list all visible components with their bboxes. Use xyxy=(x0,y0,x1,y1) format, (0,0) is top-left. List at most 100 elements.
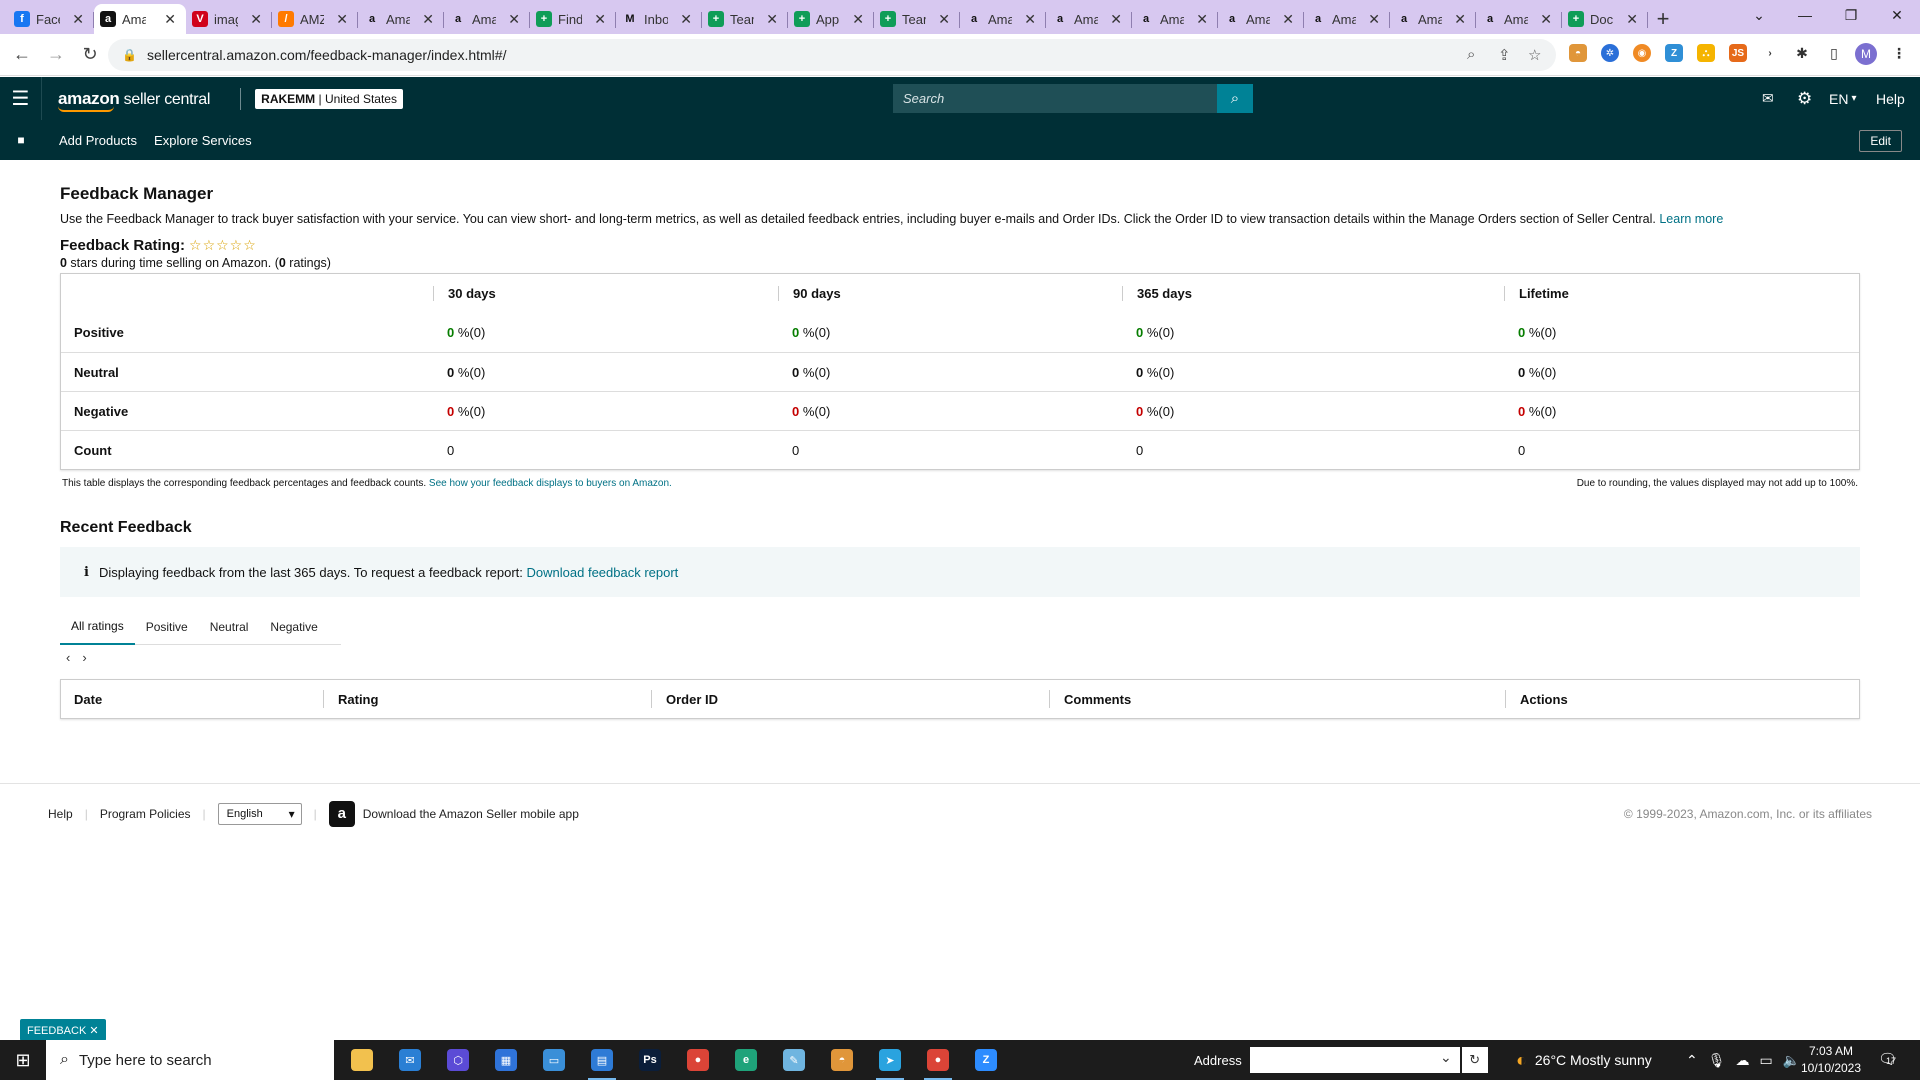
tab-close-icon[interactable]: ✕ xyxy=(1368,11,1380,28)
browser-tab[interactable]: a Amazon ✕ xyxy=(1304,4,1390,34)
browser-tab[interactable]: + Doc ✕ xyxy=(1562,4,1648,34)
address-input[interactable] xyxy=(1249,1047,1460,1073)
taskbar-app[interactable]: ➤ xyxy=(866,1040,914,1080)
browser-tab[interactable]: a Amazon ✕ xyxy=(1218,4,1304,34)
browser-tab[interactable]: Vimages ✕ xyxy=(186,4,272,34)
weather-widget[interactable]: ◐ 26°C Mostly sunny xyxy=(1516,1040,1652,1080)
amazon-app-icon[interactable]: a xyxy=(328,800,355,827)
browser-tab[interactable]: a Amazon ✕ xyxy=(960,4,1046,34)
forward-arrow-icon[interactable]: → xyxy=(40,39,72,71)
feedback-badge-button[interactable]: FEEDBACK ✕ xyxy=(20,1019,106,1041)
browser-menu-icon[interactable]: ⋮ xyxy=(1890,44,1908,62)
taskbar-app[interactable]: ● xyxy=(674,1040,722,1080)
chevron-up-icon[interactable]: ⌃ xyxy=(1686,1052,1698,1069)
help-link[interactable]: Help xyxy=(1876,77,1905,120)
tab-search-chevron-icon[interactable]: ⌄ xyxy=(1736,0,1782,30)
tab-close-icon[interactable]: ✕ xyxy=(680,11,692,28)
extension-basket-icon[interactable]: ◓ xyxy=(1569,44,1587,62)
search-icon[interactable]: ⌕ xyxy=(1217,84,1253,113)
onedrive-icon[interactable]: ☁ xyxy=(1736,1052,1750,1069)
tab-close-icon[interactable]: ✕ xyxy=(336,11,348,28)
reload-icon[interactable]: ↻ xyxy=(74,39,106,71)
browser-tab[interactable]: + Team ✕ xyxy=(874,4,960,34)
new-tab-button[interactable]: + xyxy=(1648,4,1678,34)
search-input[interactable]: Search xyxy=(893,91,944,106)
back-arrow-icon[interactable]: ← xyxy=(6,39,38,71)
taskbar-app[interactable]: ⬡ xyxy=(434,1040,482,1080)
language-selector[interactable]: EN ▾ xyxy=(1829,77,1856,120)
tab-close-icon[interactable]: ✕ xyxy=(164,11,176,28)
browser-tab[interactable]: a Amazon ✕ xyxy=(444,4,530,34)
tab-neutral[interactable]: Neutral xyxy=(199,609,260,645)
url-text[interactable]: sellercentral.amazon.com/feedback-manage… xyxy=(147,47,507,63)
tab-close-icon[interactable]: ✕ xyxy=(72,11,84,28)
gear-icon[interactable]: ⚙ xyxy=(1797,77,1812,120)
notification-icon[interactable]: 🗨 17 xyxy=(1878,1050,1897,1068)
volume-icon[interactable]: 🔈 xyxy=(1783,1052,1800,1069)
nav-explore-services[interactable]: Explore Services xyxy=(154,133,252,148)
mail-icon[interactable]: ✉ xyxy=(1762,77,1774,120)
nav-add-products[interactable]: Add Products xyxy=(59,133,137,148)
footer-help-link[interactable]: Help xyxy=(48,807,73,821)
taskbar-app[interactable]: ▤ xyxy=(578,1040,626,1080)
program-policies-link[interactable]: Program Policies xyxy=(100,807,191,821)
browser-tab[interactable]: f Facebook ✕ xyxy=(8,4,94,34)
extension-circle-icon[interactable]: ◉ xyxy=(1633,44,1651,62)
tab-negative[interactable]: Negative xyxy=(259,609,328,645)
bookmark-icon[interactable]: ■ xyxy=(0,133,42,147)
column-header-actions[interactable]: Actions xyxy=(1505,690,1859,708)
taskbar-app[interactable]: ✎ xyxy=(770,1040,818,1080)
browser-tab[interactable]: + App ✕ xyxy=(788,4,874,34)
taskbar-app[interactable]: ● xyxy=(914,1040,962,1080)
tab-close-icon[interactable]: ✕ xyxy=(422,11,434,28)
browser-tab[interactable]: + Find ✕ xyxy=(530,4,616,34)
browser-tab[interactable]: a Amazon ✕ xyxy=(1476,4,1562,34)
chevron-right-icon[interactable]: › xyxy=(82,650,86,665)
tab-close-icon[interactable]: ✕ xyxy=(508,11,520,28)
column-header-date[interactable]: Date xyxy=(61,690,323,708)
tab-positive[interactable]: Positive xyxy=(135,609,199,645)
taskbar-app[interactable]: ✉ xyxy=(386,1040,434,1080)
language-select[interactable]: English xyxy=(217,802,302,825)
chevron-left-icon[interactable]: ‹ xyxy=(66,650,70,665)
bookmark-star-icon[interactable]: ☆ xyxy=(1528,46,1541,64)
taskbar-app[interactable]: ▭ xyxy=(530,1040,578,1080)
minimize-button[interactable]: — xyxy=(1782,0,1828,30)
zoom-icon[interactable]: ⌕ xyxy=(1467,46,1475,63)
browser-tab[interactable]: M Inbox ✕ xyxy=(616,4,702,34)
tab-close-icon[interactable]: ✕ xyxy=(852,11,864,28)
browser-tab[interactable]: a Amazon ✕ xyxy=(1390,4,1476,34)
amazon-seller-central-logo[interactable]: amazon seller central xyxy=(58,89,210,112)
edit-nav-button[interactable]: Edit xyxy=(1859,130,1902,152)
tab-close-icon[interactable]: ✕ xyxy=(1454,11,1466,28)
close-window-button[interactable]: ✕ xyxy=(1874,0,1920,30)
tab-close-icon[interactable]: ✕ xyxy=(1282,11,1294,28)
browser-tab[interactable]: + Team ✕ xyxy=(702,4,788,34)
taskbar-app[interactable] xyxy=(338,1040,386,1080)
system-clock[interactable]: 7:03 AM 10/10/2023 xyxy=(1800,1043,1862,1077)
network-icon[interactable]: ▭ xyxy=(1760,1052,1773,1069)
taskbar-app[interactable]: ◓ xyxy=(818,1040,866,1080)
tab-close-icon[interactable]: ✕ xyxy=(1024,11,1036,28)
taskbar-search-input[interactable]: Type here to search xyxy=(79,1052,212,1069)
extension-js-icon[interactable]: JS xyxy=(1729,44,1747,62)
browser-tab[interactable]: / AMZ ✕ xyxy=(272,4,358,34)
tab-close-icon[interactable]: ✕ xyxy=(1626,11,1638,28)
refresh-icon[interactable]: ↻ xyxy=(1461,1047,1488,1073)
column-header-comments[interactable]: Comments xyxy=(1049,690,1505,708)
windows-start-icon[interactable]: ⊞ xyxy=(0,1040,46,1080)
browser-tab[interactable]: a Amazon ✕ xyxy=(1046,4,1132,34)
browser-tab[interactable]: a Amazon ✕ xyxy=(358,4,444,34)
side-panel-icon[interactable]: ▯ xyxy=(1825,44,1843,62)
hamburger-menu-icon[interactable]: ☰ xyxy=(0,77,42,120)
extensions-puzzle-icon[interactable]: ✱ xyxy=(1793,44,1811,62)
download-app-link[interactable]: Download the Amazon Seller mobile app xyxy=(363,807,579,821)
taskbar-app[interactable]: Z xyxy=(962,1040,1010,1080)
header-search[interactable]: Search ⌕ xyxy=(893,84,1253,113)
browser-tab[interactable]: a Amazon ✕ xyxy=(94,4,186,34)
taskbar-search[interactable]: ⌕ Type here to search xyxy=(46,1040,334,1080)
taskbar-app[interactable]: e xyxy=(722,1040,770,1080)
profile-avatar[interactable]: M xyxy=(1855,43,1877,65)
tab-close-icon[interactable]: ✕ xyxy=(1540,11,1552,28)
tab-close-icon[interactable]: ✕ xyxy=(250,11,262,28)
